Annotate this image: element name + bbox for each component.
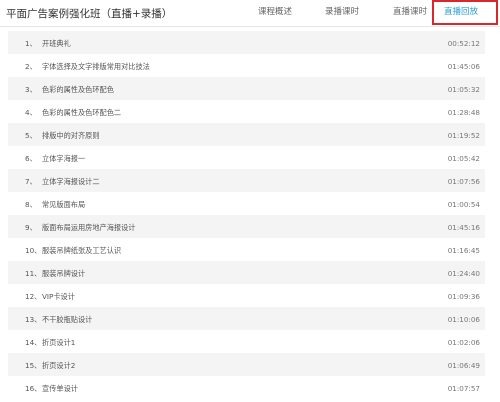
lesson-number: 3、: [25, 85, 37, 94]
lesson-title: 常见版面布局: [42, 200, 86, 209]
lesson-title: 服装吊牌纸张及工艺认识: [42, 246, 122, 255]
lesson-number: 12、: [25, 292, 42, 301]
lesson-duration: 01:16:45: [447, 246, 480, 255]
lesson-number: 4、: [25, 108, 37, 117]
lesson-duration: 01:00:54: [447, 200, 480, 209]
lesson-number: 15、: [25, 361, 42, 370]
lesson-number: 5、: [25, 131, 37, 140]
lesson-number: 7、: [25, 177, 37, 186]
lesson-row[interactable]: 14、 折页设计1 01:02:06: [8, 330, 485, 353]
lesson-row[interactable]: 10、 服装吊牌纸张及工艺认识 01:16:45: [8, 238, 485, 261]
lesson-number: 10、: [25, 246, 42, 255]
lesson-title: 立体字海报一: [42, 154, 86, 163]
lesson-duration: 01:02:06: [447, 338, 480, 347]
lesson-row[interactable]: 6、 立体字海报一 01:05:42: [8, 146, 485, 169]
lesson-duration: 01:07:56: [447, 177, 480, 186]
lesson-row[interactable]: 16、 宣传单设计 01:07:57: [8, 376, 485, 399]
lesson-row[interactable]: 15、 折页设计2 01:06:49: [8, 353, 485, 376]
lesson-duration: 01:45:06: [447, 62, 480, 71]
lesson-duration: 00:52:12: [447, 39, 480, 48]
lesson-number: 13、: [25, 315, 42, 324]
lesson-row[interactable]: 4、 色彩的属性及色环配色二 01:28:48: [8, 100, 485, 123]
lesson-row[interactable]: 8、 常见版面布局 01:00:54: [8, 192, 485, 215]
tab-live-replay[interactable]: 直播回放: [444, 5, 478, 17]
lesson-duration: 01:10:06: [447, 315, 480, 324]
header-divider: [0, 26, 500, 27]
lesson-title: 不干胶瓶贴设计: [42, 315, 93, 324]
lesson-number: 14、: [25, 338, 42, 347]
lesson-number: 6、: [25, 154, 37, 163]
lesson-title: 字体选择及文字排版常用对比技法: [42, 62, 150, 71]
lesson-row[interactable]: 1、 开班典礼 00:52:12: [8, 31, 485, 54]
course-title: 平面广告案例强化班（直播+录播）: [6, 8, 173, 20]
lesson-row[interactable]: 12、 VIP卡设计 01:09:36: [8, 284, 485, 307]
top-bar: 平面广告案例强化班（直播+录播） 课程概述 录播课时 直播课时 直播回放: [0, 0, 500, 26]
lesson-duration: 01:28:48: [447, 108, 480, 117]
lesson-list: 1、 开班典礼 00:52:12 2、 字体选择及文字排版常用对比技法 01:45:06 3…: [8, 31, 485, 399]
lesson-row[interactable]: 7、 立体字海报设计二 01:07:56: [8, 169, 485, 192]
lesson-row[interactable]: 2、 字体选择及文字排版常用对比技法 01:45:06: [8, 54, 485, 77]
tab-course-overview[interactable]: 课程概述: [258, 5, 292, 17]
tab-live-lessons[interactable]: 直播课时: [393, 5, 427, 17]
lesson-duration: 01:07:57: [447, 384, 480, 393]
lesson-row[interactable]: 5、 排版中的对齐原则 01:19:52: [8, 123, 485, 146]
lesson-row[interactable]: 13、 不干胶瓶贴设计 01:10:06: [8, 307, 485, 330]
lesson-duration: 01:05:42: [447, 154, 480, 163]
lesson-title: 服装吊牌设计: [42, 269, 86, 278]
lesson-title: 色彩的属性及色环配色二: [42, 108, 122, 117]
lesson-title: 立体字海报设计二: [42, 177, 100, 186]
lesson-duration: 01:06:49: [447, 361, 480, 370]
lesson-duration: 01:19:52: [447, 131, 480, 140]
lesson-title: 色彩的属性及色环配色: [42, 85, 114, 94]
lesson-duration: 01:45:16: [447, 223, 480, 232]
lesson-number: 11、: [25, 269, 42, 278]
lesson-duration: 01:09:36: [447, 292, 480, 301]
lesson-number: 1、: [25, 39, 37, 48]
lesson-title: 排版中的对齐原则: [42, 131, 100, 140]
lesson-number: 9、: [25, 223, 37, 232]
lesson-row[interactable]: 9、 版面布局运用房地产海报设计 01:45:16: [8, 215, 485, 238]
lesson-title: 折页设计2: [42, 361, 76, 370]
tab-recorded-lessons[interactable]: 录播课时: [325, 5, 359, 17]
lesson-row[interactable]: 11、 服装吊牌设计 01:24:40: [8, 261, 485, 284]
lesson-number: 16、: [25, 384, 42, 393]
lesson-duration: 01:05:32: [447, 85, 480, 94]
lesson-duration: 01:24:40: [447, 269, 480, 278]
lesson-number: 2、: [25, 62, 37, 71]
lesson-title: 折页设计1: [42, 338, 76, 347]
lesson-number: 8、: [25, 200, 37, 209]
lesson-title: 版面布局运用房地产海报设计: [42, 223, 136, 232]
lesson-title: 开班典礼: [42, 39, 71, 48]
lesson-title: VIP卡设计: [42, 292, 75, 301]
lesson-row[interactable]: 3、 色彩的属性及色环配色 01:05:32: [8, 77, 485, 100]
lesson-title: 宣传单设计: [42, 384, 78, 393]
